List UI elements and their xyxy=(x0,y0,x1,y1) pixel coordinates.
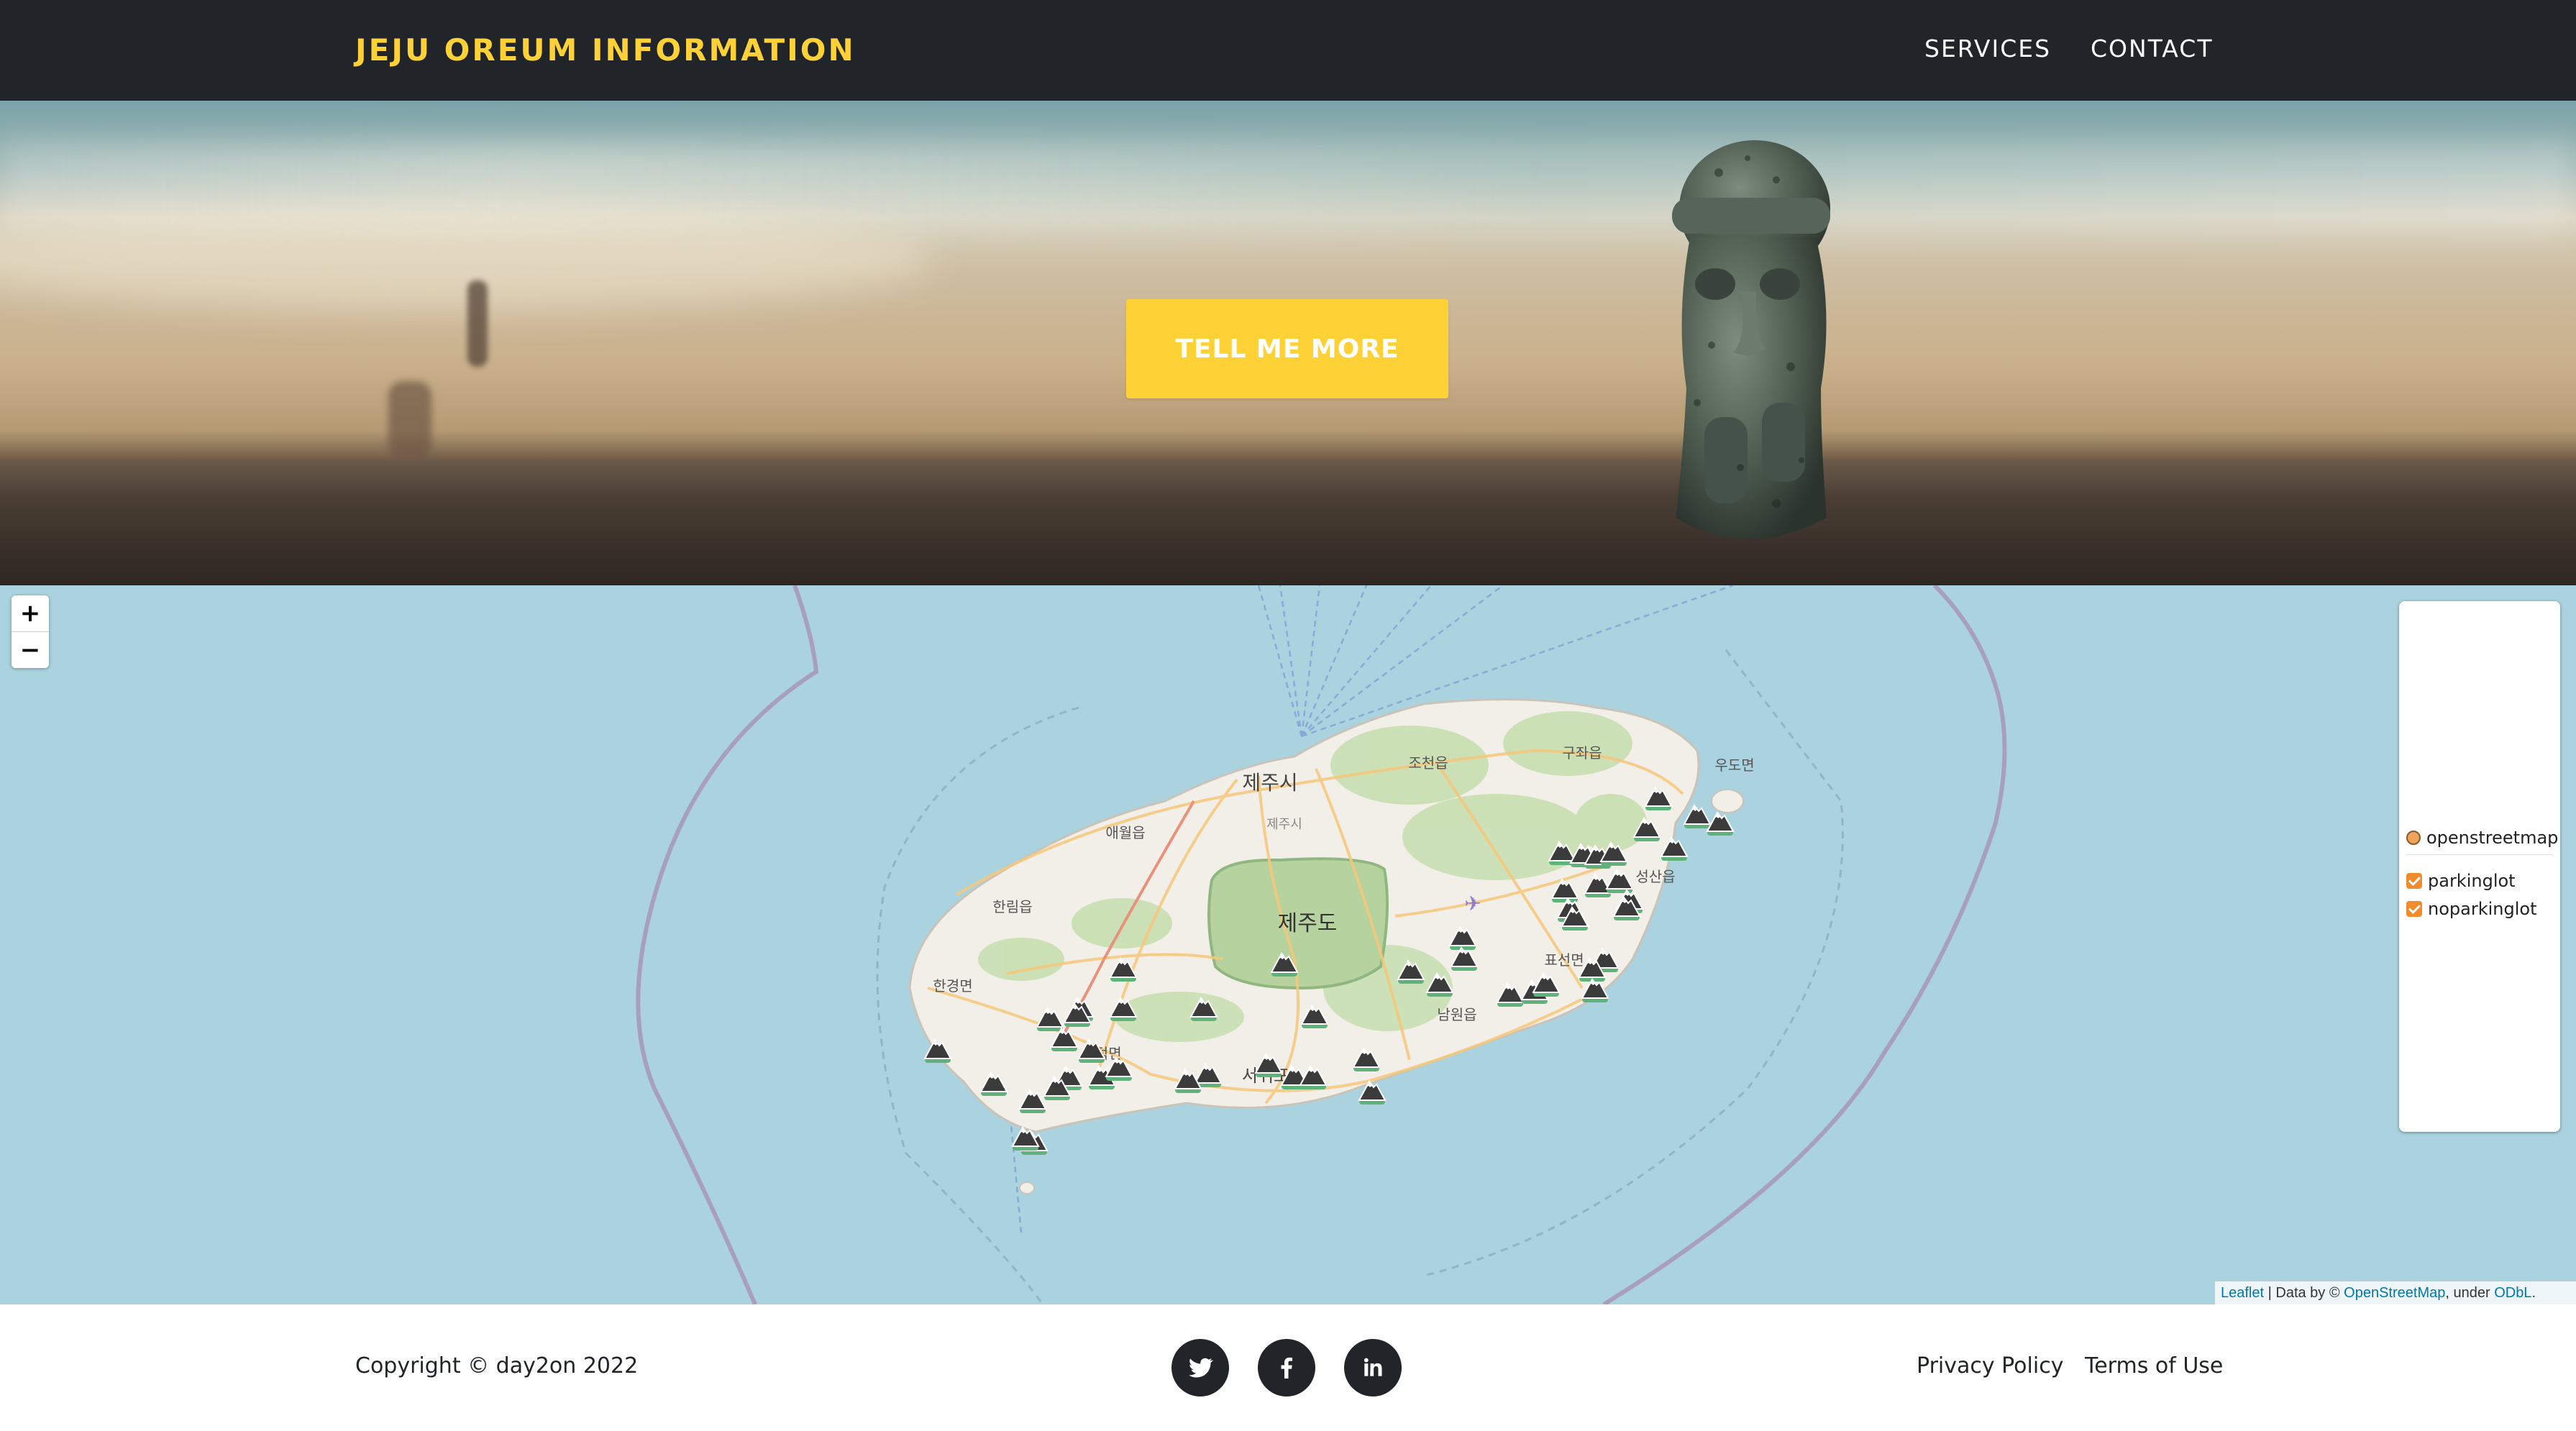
twitter-icon xyxy=(1189,1358,1213,1378)
layer-label-noparkinglot: noparkinglot xyxy=(2428,899,2537,919)
tell-me-more-button[interactable]: TELL ME MORE xyxy=(1126,299,1448,398)
map-label-jeju-si-small: 제주시 xyxy=(1266,817,1302,832)
linkedin-icon xyxy=(1364,1358,1382,1376)
map-label-jeju-si: 제주시 xyxy=(1242,771,1297,795)
zoom-out-button[interactable]: − xyxy=(12,632,49,668)
map-tiles[interactable]: ✈ 제주시 제주시 제주도 조천읍 구좌읍 우도면 애월읍 한림읍 한경면 성산… xyxy=(0,585,2576,1304)
nav-link-services[interactable]: SERVICES xyxy=(1924,33,2051,65)
svg-text:✈: ✈ xyxy=(1464,892,1481,915)
oreum-marker[interactable] xyxy=(1683,804,1712,828)
map-label-pyoseon: 표선면 xyxy=(1544,951,1584,969)
attribution-text: . xyxy=(2531,1285,2536,1301)
map-label-udo: 우도면 xyxy=(1714,756,1754,774)
map-label-jocheon: 조천읍 xyxy=(1408,754,1448,772)
twitter-button[interactable] xyxy=(1171,1339,1229,1396)
dol-hareubang-statue-image xyxy=(1672,140,1830,539)
nav-link-contact[interactable]: CONTACT xyxy=(2091,33,2214,65)
leaflet-map[interactable]: ✈ 제주시 제주시 제주도 조천읍 구좌읍 우도면 애월읍 한림읍 한경면 성산… xyxy=(0,585,2576,1304)
map-label-hallim: 한림읍 xyxy=(992,898,1032,915)
hero-wooden-rail xyxy=(0,460,2576,585)
map-attribution: Leaflet | Data by © OpenStreetMap, under… xyxy=(2215,1281,2576,1304)
map-label-jeju-do: 제주도 xyxy=(1278,911,1338,936)
layer-divider xyxy=(2406,854,2553,855)
checkbox-checked-icon[interactable] xyxy=(2406,901,2422,917)
map-label-aewol: 애월읍 xyxy=(1105,824,1145,841)
attribution-text: , under xyxy=(2445,1285,2495,1301)
hero-person-figure xyxy=(388,381,431,460)
hero-person-figure xyxy=(467,280,488,367)
facebook-icon xyxy=(1281,1357,1292,1379)
odbl-link[interactable]: ODbL xyxy=(2494,1285,2531,1301)
layer-control-panel: openstreetmap parkinglot noparkinglot xyxy=(2399,601,2560,1132)
linkedin-button[interactable] xyxy=(1344,1339,1402,1396)
layer-option-openstreetmap[interactable]: openstreetmap xyxy=(2406,827,2558,849)
attribution-text: | Data by © xyxy=(2264,1285,2344,1301)
map-label-gujwa: 구좌읍 xyxy=(1562,744,1602,762)
navbar: JEJU OREUM INFORMATION SERVICES CONTACT xyxy=(0,0,2576,101)
footer: Copyright © day2on 2022 Privacy Policy T… xyxy=(0,1304,2576,1431)
map-label-namwon: 남원읍 xyxy=(1437,1006,1476,1023)
layer-label-parkinglot: parkinglot xyxy=(2428,871,2516,891)
zoom-in-button[interactable]: + xyxy=(12,595,49,632)
hero-banner: TELL ME MORE xyxy=(0,101,2576,585)
terms-of-use-link[interactable]: Terms of Use xyxy=(2085,1352,2223,1381)
oreum-marker[interactable] xyxy=(1706,811,1735,836)
leaflet-link[interactable]: Leaflet xyxy=(2221,1285,2264,1301)
checkbox-checked-icon[interactable] xyxy=(2406,873,2422,889)
facebook-button[interactable] xyxy=(1258,1339,1315,1396)
zoom-control: + − xyxy=(12,595,49,668)
copyright-text: Copyright © day2on 2022 xyxy=(355,1353,639,1379)
radio-selected-icon[interactable] xyxy=(2406,831,2421,845)
brand-logo-text[interactable]: JEJU OREUM INFORMATION xyxy=(355,30,856,70)
openstreetmap-link[interactable]: OpenStreetMap xyxy=(2344,1285,2445,1301)
map-label-seongsan: 성산읍 xyxy=(1635,868,1675,885)
layer-label-openstreetmap: openstreetmap xyxy=(2426,828,2559,848)
privacy-policy-link[interactable]: Privacy Policy xyxy=(1917,1352,2063,1381)
layer-option-parkinglot[interactable]: parkinglot xyxy=(2406,870,2516,892)
layer-option-noparkinglot[interactable]: noparkinglot xyxy=(2406,898,2536,920)
map-label-hangyeong: 한경면 xyxy=(933,977,972,995)
